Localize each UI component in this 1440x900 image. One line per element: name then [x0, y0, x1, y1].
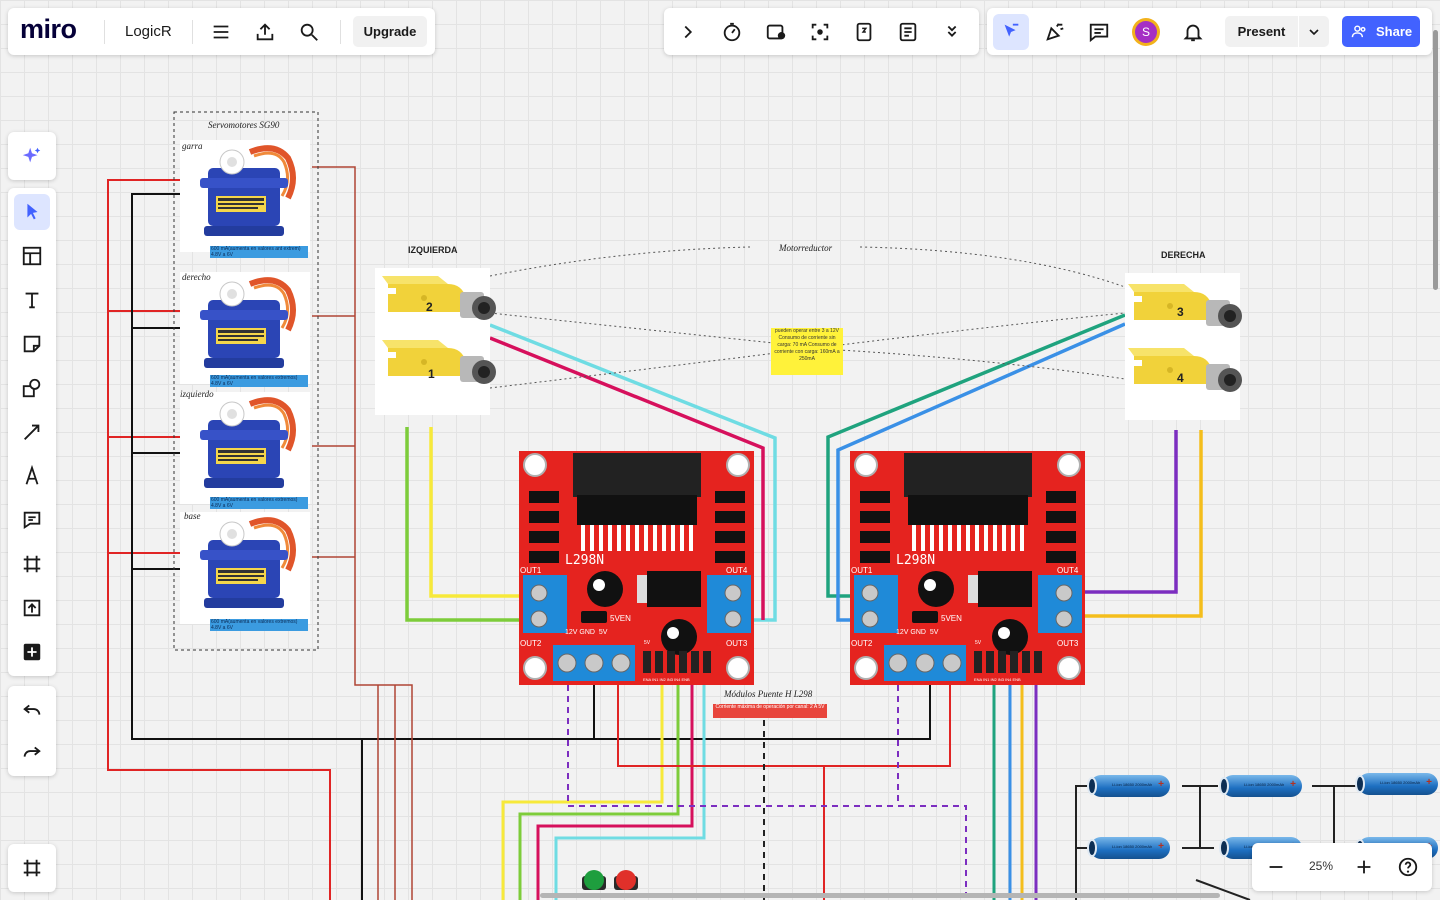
bridge-note: Corriente máxima de operación por canal:… [713, 704, 827, 718]
menu-icon[interactable] [203, 14, 239, 50]
right-side-label: DERECHA [1161, 250, 1206, 260]
screen-record-icon[interactable] [758, 14, 794, 50]
focus-icon[interactable] [802, 14, 838, 50]
present-button[interactable]: Present [1225, 16, 1298, 47]
avatar-initial: S [1135, 21, 1157, 43]
driver-out2: OUT2 [851, 639, 873, 648]
servo-label-derecho: derecho [182, 272, 211, 282]
export-icon[interactable] [247, 14, 283, 50]
driver-chip-label: L298N [565, 553, 605, 568]
servo-note: 600 mA(aumenta en valores extremos) 4.8V… [210, 619, 308, 631]
help-icon[interactable] [1390, 849, 1426, 885]
frames-panel [8, 844, 56, 892]
horizontal-scrollbar[interactable] [540, 893, 1220, 898]
driver-5v-label: 5V [644, 640, 651, 646]
undo-icon[interactable] [14, 692, 50, 728]
upload-icon[interactable] [14, 590, 50, 626]
driver-power-label: 12V GND 5V [896, 629, 939, 636]
bell-icon[interactable] [1175, 14, 1211, 50]
board-canvas[interactable]: Servomotores SG90 garra derecho izquierd… [0, 0, 1440, 900]
servo-note: 600 mA(aumenta en valores extremos) 4.8V… [210, 497, 308, 509]
comment-icon[interactable] [14, 502, 50, 538]
driver-out1: OUT1 [851, 566, 873, 575]
present-options-chevron-icon[interactable] [1299, 16, 1329, 47]
servo-label-garra: garra [182, 141, 203, 151]
more-tools-icon[interactable] [14, 634, 50, 670]
sticky-note-icon[interactable] [14, 326, 50, 362]
driver-5ven: 5VEN [610, 614, 631, 623]
motor-label: Motorreductor [779, 243, 833, 253]
servo-note: 600 mA(aumenta en valores ant extrem) 4.… [210, 246, 308, 258]
upgrade-button[interactable]: Upgrade [353, 16, 427, 47]
reactions-icon[interactable] [1037, 14, 1073, 50]
vertical-scrollbar[interactable] [1433, 30, 1438, 290]
users-icon [1351, 25, 1366, 38]
search-icon[interactable] [291, 14, 327, 50]
red-button-image [616, 870, 636, 890]
zoom-in-icon[interactable] [1346, 849, 1382, 885]
driver-pins-label: ENA IN1 IN2 IN3 IN4 ENB [974, 677, 1021, 682]
driver-out3: OUT3 [1057, 639, 1079, 648]
ai-sparkle-icon[interactable] [14, 138, 50, 174]
notes-icon[interactable] [890, 14, 926, 50]
shapes-icon[interactable] [14, 370, 50, 406]
bridge-label: Módulos Puente H L298 [724, 689, 813, 699]
wiring-diagram [107, 111, 1356, 900]
left-side-label: IZQUIERDA [408, 245, 458, 255]
share-label: Share [1376, 24, 1413, 39]
collaboration-panel: S Present Share [987, 8, 1432, 55]
board-header-panel: miro LogicR Upgrade [8, 8, 435, 55]
share-button[interactable]: Share [1342, 16, 1420, 47]
motor-number: 1 [428, 367, 435, 381]
battery-image: Li-ion 18650 2000mAh+ [1219, 775, 1302, 797]
driver-out1: OUT1 [520, 566, 542, 575]
select-icon[interactable] [14, 194, 50, 230]
comments-icon[interactable] [1081, 14, 1117, 50]
motor-number: 4 [1177, 371, 1184, 385]
battery-image: Li-ion 18650 2000mAh+ [1355, 773, 1438, 795]
driver-5ven: 5VEN [941, 614, 962, 623]
zoom-out-icon[interactable] [1258, 849, 1294, 885]
driver-pins-label: ENA IN1 IN2 IN3 IN4 ENB [643, 677, 690, 682]
timer-icon[interactable] [714, 14, 750, 50]
driver-out4: OUT4 [1057, 566, 1079, 575]
driver-5v-label: 5V [975, 640, 982, 646]
motor-number: 2 [426, 300, 433, 314]
driver-power-label: 12V GND 5V [565, 629, 608, 636]
card-icon[interactable] [846, 14, 882, 50]
redo-icon[interactable] [14, 734, 50, 770]
chevron-down-double-icon[interactable] [934, 14, 970, 50]
motor-number: 3 [1177, 305, 1184, 319]
driver-out2: OUT2 [520, 639, 542, 648]
chevron-right-icon[interactable] [670, 14, 706, 50]
battery-image: Li-ion 18650 2000mAh+ [1087, 775, 1170, 797]
cursor-select-icon[interactable] [993, 14, 1029, 50]
servo-label-base: base [184, 511, 201, 521]
board-name[interactable]: LogicR [125, 23, 172, 40]
frame-icon[interactable] [14, 546, 50, 582]
frames-panel-icon[interactable] [14, 850, 50, 886]
ai-tool-panel [8, 132, 56, 180]
green-button-image [584, 870, 604, 890]
board-tools-panel [664, 8, 979, 55]
zoom-level[interactable]: 25% [1302, 859, 1340, 873]
servo-group-title: Servomotores SG90 [208, 120, 280, 130]
motor-spec-sticky[interactable]: pueden operar entre 3 a 12V Consumo de c… [771, 328, 843, 375]
history-panel [8, 686, 56, 776]
miro-logo[interactable]: miro [20, 14, 77, 45]
servo-note: 600 mA(aumenta en valores extremos) 4.8V… [210, 375, 308, 387]
pen-icon[interactable] [14, 458, 50, 494]
battery-image: Li-ion 18650 2000mAh+ [1087, 837, 1170, 859]
connector-icon[interactable] [14, 414, 50, 450]
driver-out3: OUT3 [726, 639, 748, 648]
left-tools-panel [8, 188, 56, 676]
driver-out4: OUT4 [726, 566, 748, 575]
text-icon[interactable] [14, 282, 50, 318]
templates-icon[interactable] [14, 238, 50, 274]
driver-chip-label: L298N [896, 553, 936, 568]
zoom-panel: 25% [1252, 843, 1432, 891]
avatar[interactable]: S [1132, 18, 1160, 46]
servo-label-izquierdo: izquierdo [180, 389, 214, 399]
